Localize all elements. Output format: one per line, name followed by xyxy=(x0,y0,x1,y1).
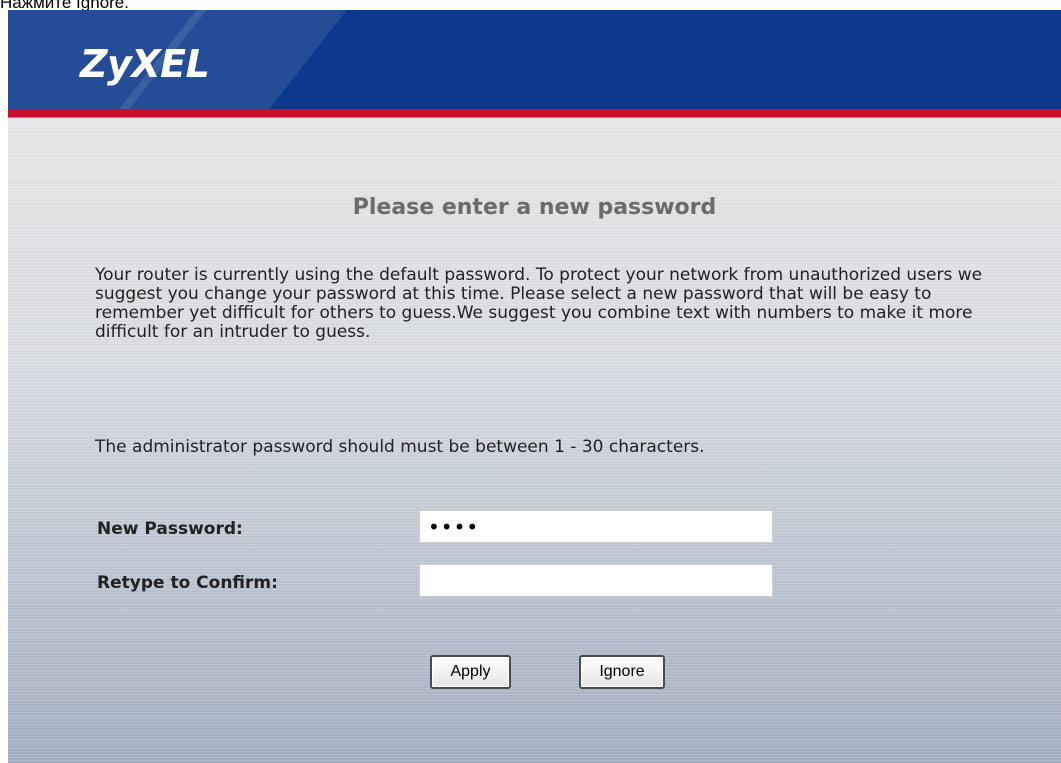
header-banner: ZyXEL xyxy=(8,10,1061,109)
confirm-password-label: Retype to Confirm: xyxy=(97,573,278,593)
accent-bar xyxy=(8,109,1061,118)
ignore-button[interactable]: Ignore xyxy=(579,655,665,689)
router-login-frame: ZyXEL Please enter a new password Your r… xyxy=(8,10,1061,763)
new-password-field[interactable]: •••• xyxy=(419,510,773,543)
apply-button[interactable]: Apply xyxy=(430,655,511,689)
confirm-password-field[interactable] xyxy=(419,564,773,597)
password-panel: Please enter a new password Your router … xyxy=(8,118,1061,763)
page-title: Please enter a new password xyxy=(352,195,717,220)
password-rule-text: The administrator password should must b… xyxy=(95,437,705,457)
new-password-label: New Password: xyxy=(97,519,243,539)
intro-text: Your router is currently using the defau… xyxy=(95,265,983,342)
zyxel-logo: ZyXEL xyxy=(80,42,210,86)
